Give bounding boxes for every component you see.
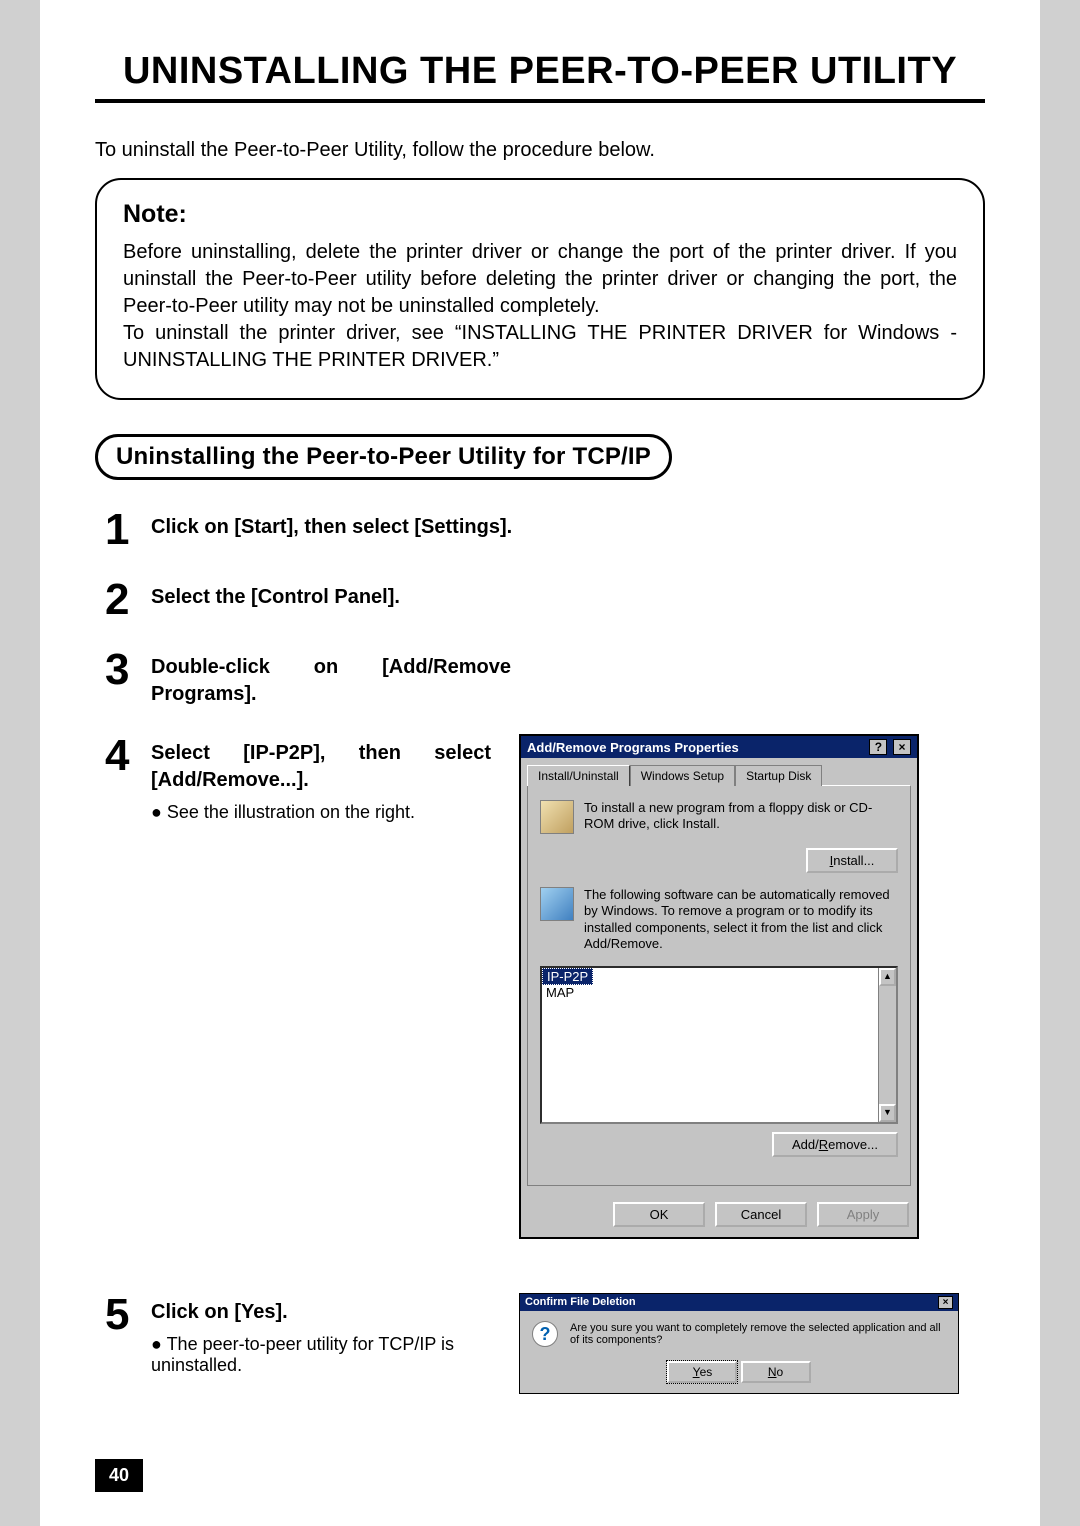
install-icon <box>540 800 574 834</box>
intro-text: To uninstall the Peer-to-Peer Utility, f… <box>95 139 985 162</box>
confirm-dialog: Confirm File Deletion × ? Are you sure y… <box>519 1293 959 1394</box>
install-button[interactable]: Install... <box>806 848 898 873</box>
step-subtext: See the illustration on the right. <box>151 802 495 823</box>
confirm-titlebar: Confirm File Deletion × <box>520 1294 958 1311</box>
remove-text: The following software can be automatica… <box>584 887 898 952</box>
step-text: Select [IP-P2P], then select [Add/Remove… <box>151 740 491 794</box>
help-icon[interactable]: ? <box>869 739 887 755</box>
install-text: To install a new program from a floppy d… <box>584 800 898 834</box>
cancel-button[interactable]: Cancel <box>715 1202 807 1227</box>
close-icon[interactable]: × <box>893 739 911 755</box>
apply-button[interactable]: Apply <box>817 1202 909 1227</box>
dialog-tabs: Install/Uninstall Windows Setup Startup … <box>521 758 917 785</box>
dialog-titlebar: Add/Remove Programs Properties ? × <box>521 736 917 758</box>
step-5: 5 Click on [Yes]. The peer-to-peer utili… <box>105 1293 495 1376</box>
note-box: Note: Before uninstalling, delete the pr… <box>95 178 985 400</box>
step-text: Click on [Yes]. <box>151 1299 495 1326</box>
tab-panel: To install a new program from a floppy d… <box>527 785 911 1186</box>
step-number: 4 <box>105 734 151 778</box>
dialog-title-text: Add/Remove Programs Properties <box>527 740 739 755</box>
step-4: 4 Select [IP-P2P], then select [Add/Remo… <box>105 734 495 823</box>
step-text: Select the [Control Panel]. <box>151 584 985 611</box>
scroll-down-icon[interactable]: ▼ <box>879 1104 896 1122</box>
page-number: 40 <box>95 1459 143 1492</box>
section-heading: Uninstalling the Peer-to-Peer Utility fo… <box>95 434 672 480</box>
tab-startup-disk[interactable]: Startup Disk <box>735 765 822 786</box>
dialog-footer: OK Cancel Apply <box>521 1192 917 1237</box>
scroll-up-icon[interactable]: ▲ <box>879 968 896 986</box>
tab-windows-setup[interactable]: Windows Setup <box>630 765 735 786</box>
step-number: 5 <box>105 1293 151 1337</box>
steps-list: 1 Click on [Start], then select [Setting… <box>105 508 985 1402</box>
tab-install-uninstall[interactable]: Install/Uninstall <box>527 765 630 786</box>
step-3: 3 Double-click on [Add/Remove Programs]. <box>105 648 985 708</box>
close-icon[interactable]: × <box>938 1296 953 1309</box>
note-heading: Note: <box>123 200 957 229</box>
confirm-title-text: Confirm File Deletion <box>525 1296 636 1309</box>
note-body: Before uninstalling, delete the printer … <box>123 239 957 374</box>
question-icon: ? <box>532 1321 558 1347</box>
ok-button[interactable]: OK <box>613 1202 705 1227</box>
list-item-selected[interactable]: IP-P2P <box>542 968 593 985</box>
yes-button[interactable]: Yes <box>667 1361 737 1383</box>
program-listbox[interactable]: IP-P2P MAP ▲ ▼ <box>540 966 898 1124</box>
step-number: 3 <box>105 648 151 692</box>
no-button[interactable]: No <box>741 1361 811 1383</box>
scrollbar[interactable]: ▲ ▼ <box>878 968 896 1122</box>
step-2: 2 Select the [Control Panel]. <box>105 578 985 622</box>
add-remove-dialog: Add/Remove Programs Properties ? × Insta… <box>519 734 919 1239</box>
list-item[interactable]: MAP <box>542 985 896 1000</box>
remove-icon <box>540 887 574 921</box>
step-number: 2 <box>105 578 151 622</box>
step-number: 1 <box>105 508 151 552</box>
step-4-row: 4 Select [IP-P2P], then select [Add/Remo… <box>105 734 985 1239</box>
page: UNINSTALLING THE PEER-TO-PEER UTILITY To… <box>40 0 1040 1526</box>
step-subtext: The peer-to-peer utility for TCP/IP is u… <box>151 1334 495 1376</box>
step-text: Click on [Start], then select [Settings]… <box>151 514 985 541</box>
page-title: UNINSTALLING THE PEER-TO-PEER UTILITY <box>95 50 985 103</box>
step-text: Double-click on [Add/Remove Programs]. <box>151 654 511 708</box>
add-remove-button[interactable]: Add/Remove... <box>772 1132 898 1157</box>
confirm-message: Are you sure you want to completely remo… <box>570 1322 946 1346</box>
step-5-row: 5 Click on [Yes]. The peer-to-peer utili… <box>105 1293 985 1402</box>
step-1: 1 Click on [Start], then select [Setting… <box>105 508 985 552</box>
